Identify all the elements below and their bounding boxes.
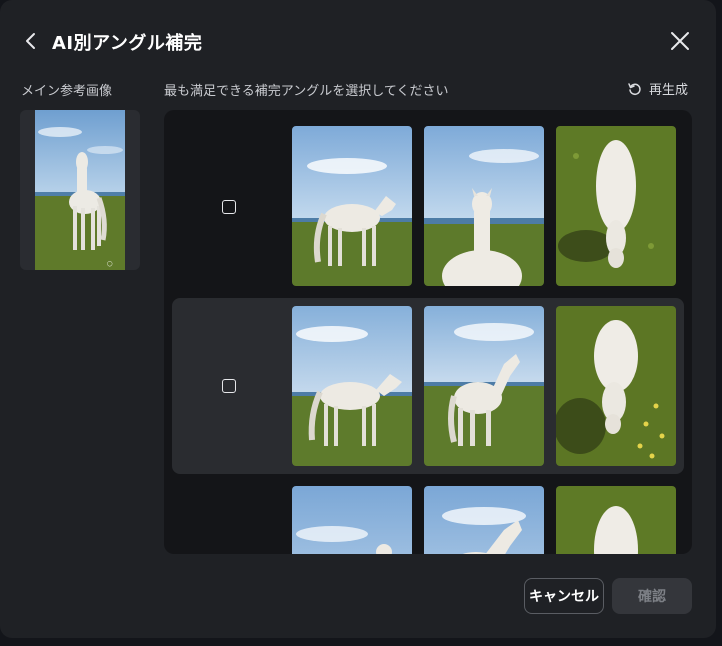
row-1-thumb-top-view[interactable] <box>556 126 676 286</box>
reference-horse-image: ◯ <box>35 110 125 270</box>
regenerate-label: 再生成 <box>649 83 689 98</box>
refresh-icon <box>628 82 641 95</box>
row-2-checkbox[interactable] <box>222 379 236 393</box>
angle-option-row-3[interactable] <box>172 478 684 554</box>
chevron-left-icon <box>26 33 35 49</box>
angle-option-row-2[interactable] <box>172 298 684 474</box>
reference-image-label: メイン参考画像 <box>21 84 113 99</box>
confirm-button[interactable]: 確認 <box>612 578 692 614</box>
row-2-thumb-side-view[interactable] <box>292 306 412 466</box>
row-2-thumb-rear-three-quarter-view[interactable] <box>424 306 544 466</box>
row-2-thumb-top-view[interactable] <box>556 306 676 466</box>
instruction-text: 最も満足できる補完アングルを選択してください <box>164 84 449 99</box>
cancel-button[interactable]: キャンセル <box>524 578 604 614</box>
close-button[interactable] <box>668 29 692 53</box>
angle-completion-dialog: AI別アングル補完 メイン参考画像 ◯ 最も満足できる補完アングルを選択してくだ… <box>0 0 716 638</box>
reference-image-card: ◯ <box>20 110 140 270</box>
row-3-thumb-rear-view[interactable] <box>424 486 544 554</box>
row-3-thumb-top-view[interactable] <box>556 486 676 554</box>
angle-options-panel[interactable] <box>164 110 692 554</box>
row-1-thumb-side-view[interactable] <box>292 126 412 286</box>
angle-option-row-1[interactable] <box>172 118 684 294</box>
back-button[interactable] <box>20 30 42 52</box>
row-3-thumb-side-view[interactable] <box>292 486 412 554</box>
svg-text:◯: ◯ <box>107 261 113 267</box>
row-1-checkbox[interactable] <box>222 200 236 214</box>
regenerate-button[interactable]: 再生成 <box>627 79 688 98</box>
row-1-thumb-back-view[interactable] <box>424 126 544 286</box>
dialog-title: AI別アングル補完 <box>52 33 203 54</box>
close-icon <box>671 32 689 50</box>
